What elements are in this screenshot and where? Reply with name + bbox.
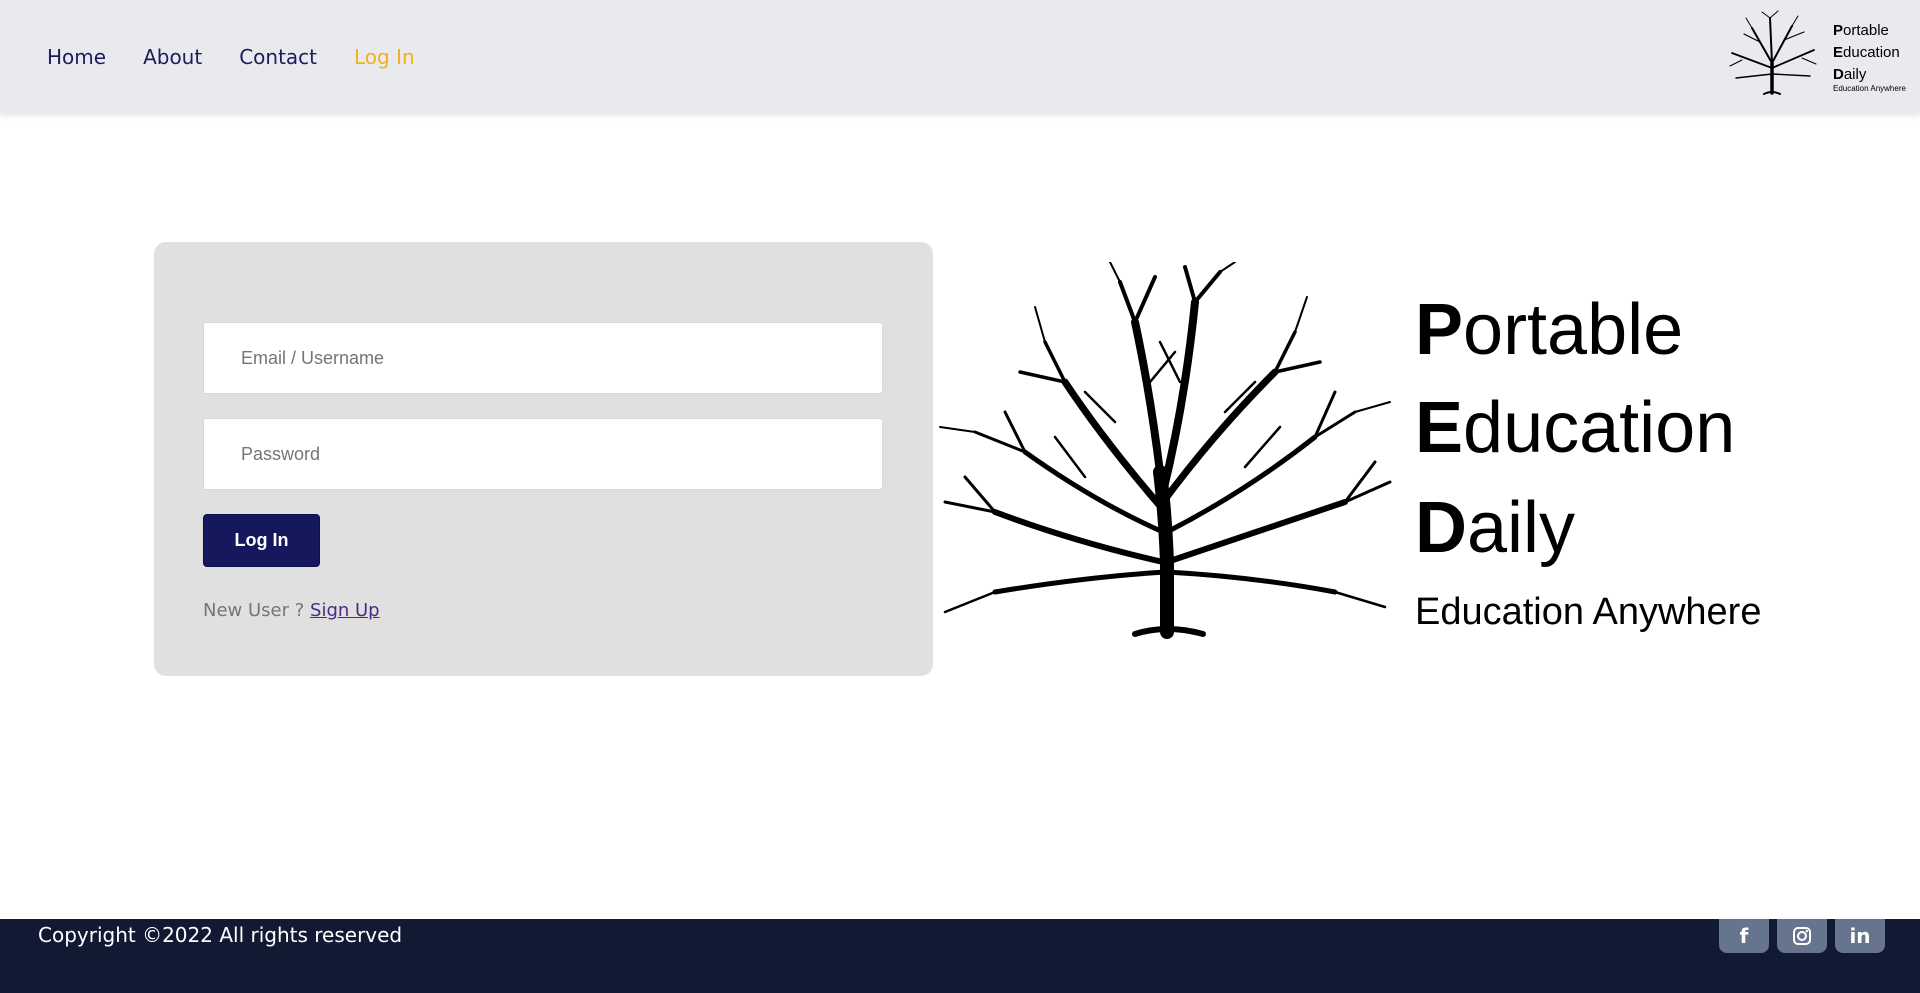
- signup-prompt: New User ? Sign Up: [203, 600, 380, 621]
- tree-icon: [939, 262, 1392, 639]
- brand-logo-tagline: Education Anywhere: [1833, 84, 1906, 93]
- social-icons: f in: [1719, 919, 1893, 953]
- nav-link-home[interactable]: Home: [47, 44, 106, 70]
- new-user-text: New User ?: [203, 600, 311, 621]
- nav-links: Home About Contact Log In: [47, 44, 452, 70]
- hero-logo-line-3: Daily: [1415, 488, 1575, 568]
- brand-logo-line-2: Education: [1833, 44, 1900, 61]
- brand-logo[interactable]: Portable Education Daily Education Anywh…: [1722, 8, 1912, 98]
- hero-logo-graphic: Portable Education Daily Education Anywh…: [939, 262, 1761, 639]
- hero-logo-line-1: Portable: [1415, 290, 1683, 370]
- brand-logo-graphic: Portable Education Daily Education Anywh…: [1729, 10, 1906, 95]
- login-card: Log In New User ? Sign Up: [154, 242, 933, 676]
- brand-logo-line-1: Portable: [1833, 22, 1889, 39]
- tree-icon: [1729, 10, 1817, 95]
- hero-logo-tagline: Education Anywhere: [1415, 591, 1761, 633]
- facebook-icon[interactable]: f: [1719, 919, 1769, 953]
- copyright-text: Copyright ©2022 All rights reserved: [38, 923, 403, 947]
- footer: Copyright ©2022 All rights reserved f in: [0, 919, 1920, 993]
- nav-link-contact[interactable]: Contact: [239, 44, 317, 70]
- password-input[interactable]: [203, 418, 883, 490]
- linkedin-icon[interactable]: in: [1835, 919, 1885, 953]
- login-button[interactable]: Log In: [203, 514, 320, 567]
- instagram-icon[interactable]: [1777, 919, 1827, 953]
- nav-link-login[interactable]: Log In: [354, 44, 415, 70]
- email-username-input[interactable]: [203, 322, 883, 394]
- hero-logo-line-2: Education: [1415, 388, 1735, 468]
- nav-link-about[interactable]: About: [143, 44, 202, 70]
- signup-link[interactable]: Sign Up: [310, 600, 380, 621]
- navbar: Home About Contact Log In Portable Educa…: [0, 0, 1920, 113]
- brand-logo-line-3: Daily: [1833, 66, 1867, 83]
- hero-logo: Portable Education Daily Education Anywh…: [935, 262, 1775, 642]
